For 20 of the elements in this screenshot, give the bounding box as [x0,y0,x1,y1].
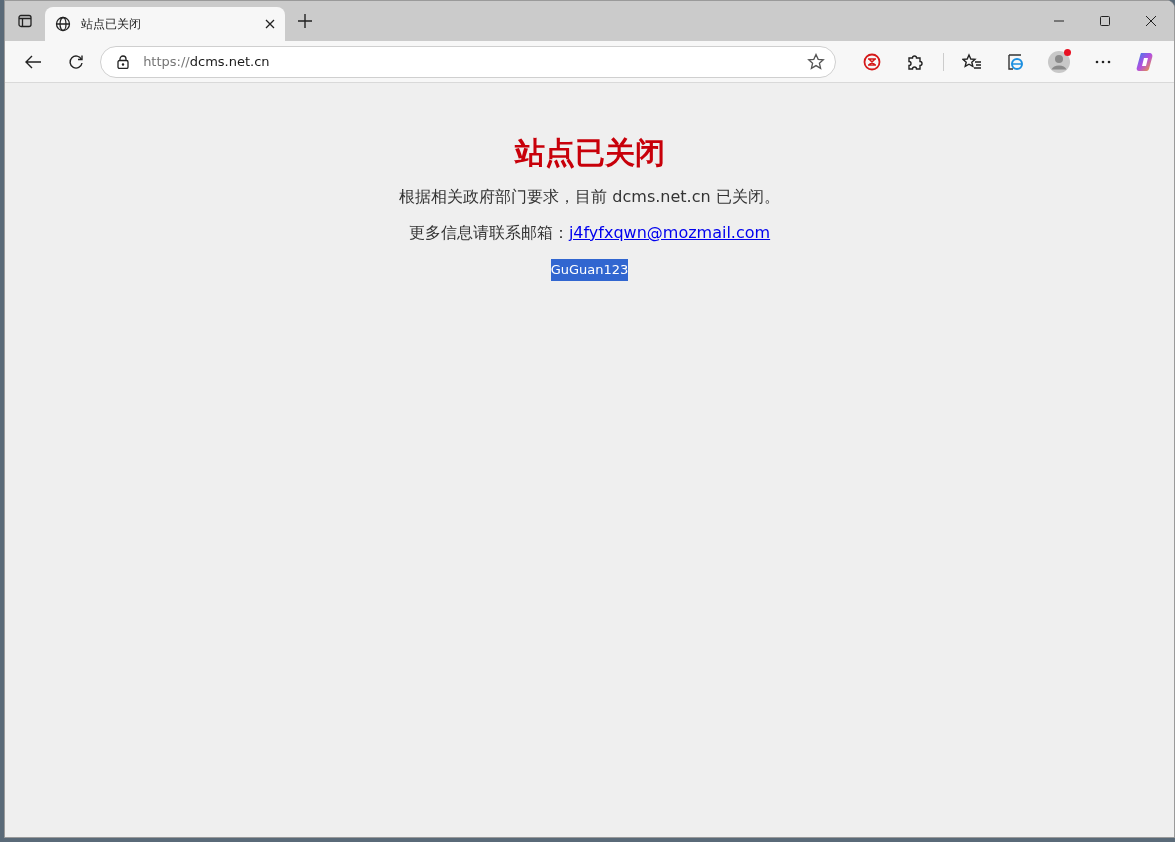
sidebar-icon [18,14,32,28]
lock-icon [117,54,130,69]
back-arrow-icon [23,53,42,70]
globe-icon [55,16,71,32]
url-text: https://dcms.net.cn [143,52,271,71]
contact-text: 更多信息请联系邮箱：j4fyfxqwn@mozmail.com [407,222,772,244]
close-icon[interactable] [265,19,275,29]
address-bar[interactable]: https://dcms.net.cn [100,45,837,78]
email-link[interactable]: j4fyfxqwn@mozmail.com [568,223,771,242]
star-icon[interactable] [807,52,826,71]
plus-icon [298,14,312,28]
footer-text: GuGuan123 [550,259,629,281]
avatar-icon [1047,49,1072,74]
tab-title: 站点已关闭 [81,16,142,33]
refresh-icon [68,53,85,70]
notice-text: 根据相关政府部门要求，目前 dcms.net.cn 已关闭。 [398,186,781,208]
page-heading: 站点已关闭 [513,135,666,171]
maximize-icon [1100,16,1110,26]
close-icon [1146,16,1156,26]
browser-tab[interactable]: 站点已关闭 [45,7,285,41]
